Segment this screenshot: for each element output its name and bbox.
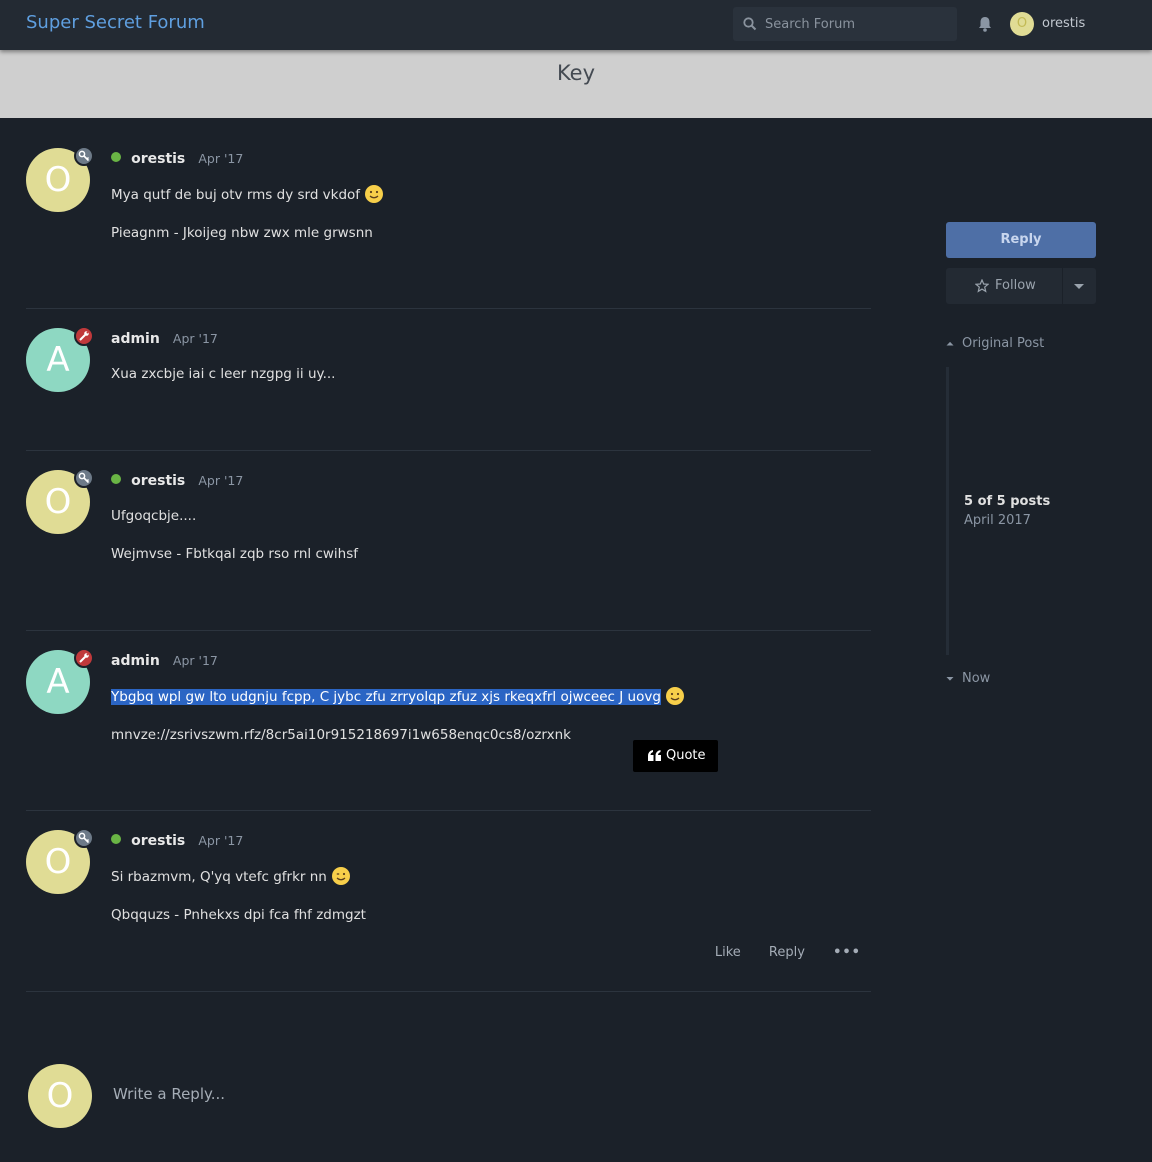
admin-badge xyxy=(74,326,94,346)
post-item: A admin Apr '17 Ybgbq wpl gw lto udgnju … xyxy=(26,648,871,811)
post-author[interactable]: orestis xyxy=(131,833,185,849)
post-meta: admin Apr '17 xyxy=(111,650,218,670)
post-date[interactable]: Apr '17 xyxy=(198,151,243,166)
wrench-icon xyxy=(79,331,89,341)
post-date[interactable]: Apr '17 xyxy=(198,473,243,488)
quote-button-label: Quote xyxy=(666,748,706,763)
scrubber-count: 5 of 5 posts xyxy=(964,494,1051,509)
post-body: Ufgoqcbje.... Wejmvse - Fbtkqal zqb rso … xyxy=(111,506,871,582)
online-indicator xyxy=(111,152,121,162)
bell-icon[interactable] xyxy=(976,15,994,33)
post-meta: admin Apr '17 xyxy=(111,328,218,348)
post-body: Ybgbq wpl gw lto udgnju fcpp, C jybc zfu… xyxy=(111,686,871,772)
post-line: Ufgoqcbje.... xyxy=(111,508,197,524)
post-actions: Like Reply ••• xyxy=(691,945,861,960)
post-line: Xua zxcbje iai c leer nzgpg ii uy... xyxy=(111,366,336,382)
post-body: Si rbazmvm, Q'yq vtefc gfrkr nn Qbqquzs … xyxy=(111,866,871,943)
admin-badge xyxy=(74,648,94,668)
member-badge xyxy=(74,828,94,848)
smile-emoji-icon xyxy=(365,185,384,203)
search-icon xyxy=(743,17,757,31)
post-meta: orestis Apr '17 xyxy=(111,148,243,168)
wrench-icon xyxy=(79,653,89,663)
post-line: Mya qutf de buj otv rms dy srd vkdof xyxy=(111,187,361,203)
post-date[interactable]: Apr '17 xyxy=(198,833,243,848)
discussion-hero: Key xyxy=(0,50,1152,118)
follow-button[interactable]: Follow xyxy=(946,268,1062,304)
now-label: Now xyxy=(962,671,991,686)
scrubber-now[interactable]: ⏷ Now xyxy=(946,671,990,686)
post-line: Wejmvse - Fbtkqal zqb rso rnl cwihsf xyxy=(111,546,358,562)
quote-icon xyxy=(648,750,661,761)
post-line: Si rbazmvm, Q'yq vtefc gfrkr nn xyxy=(111,869,327,885)
post-author[interactable]: admin xyxy=(111,653,160,669)
post-body: Xua zxcbje iai c leer nzgpg ii uy... xyxy=(111,364,871,402)
more-actions-button[interactable]: ••• xyxy=(833,945,861,960)
current-username[interactable]: orestis xyxy=(1042,16,1085,31)
composer-avatar: O xyxy=(28,1064,92,1128)
scrubber-date: April 2017 xyxy=(964,513,1031,528)
discussion-title: Key xyxy=(556,61,596,85)
key-icon xyxy=(78,832,90,844)
quote-button[interactable]: Quote xyxy=(633,740,718,772)
star-icon xyxy=(975,279,989,293)
reply-button[interactable]: Reply xyxy=(946,222,1096,258)
wink-emoji-icon xyxy=(331,867,350,885)
post-item: O orestis Apr '17 Si rbazmvm, Q'yq vtefc… xyxy=(26,828,871,992)
forum-brand-link[interactable]: Super Secret Forum xyxy=(26,12,205,33)
user-avatar[interactable]: O xyxy=(1010,12,1034,36)
search-box[interactable] xyxy=(733,7,957,41)
post-item: A admin Apr '17 Xua zxcbje iai c leer nz… xyxy=(26,326,871,451)
online-indicator xyxy=(111,474,121,484)
post-link-line[interactable]: mnvze://zsrivszwm.rfz/8cr5ai10r915218697… xyxy=(111,725,871,745)
post-date[interactable]: Apr '17 xyxy=(173,653,218,668)
key-icon xyxy=(78,150,90,162)
post-line: Qbqquzs - Pnhekxs dpi fca fhf zdmgzt xyxy=(111,907,366,923)
post-author[interactable]: orestis xyxy=(131,473,185,489)
search-input[interactable] xyxy=(765,7,951,41)
forum-header: Super Secret Forum O orestis xyxy=(0,0,1152,50)
follow-label: Follow xyxy=(995,278,1036,293)
scrubber-original-post[interactable]: ⏶ Original Post xyxy=(946,336,1044,351)
reply-composer-input[interactable] xyxy=(113,1083,513,1105)
selected-text[interactable]: Ybgbq wpl gw lto udgnju fcpp, C jybc zfu… xyxy=(111,689,661,705)
member-badge xyxy=(74,468,94,488)
post-body: Mya qutf de buj otv rms dy srd vkdof Pie… xyxy=(111,184,871,261)
follow-dropdown-toggle[interactable] xyxy=(1063,268,1096,304)
like-button[interactable]: Like xyxy=(715,945,741,960)
online-indicator xyxy=(111,834,121,844)
post-line: Pieagnm - Jkoijeg nbw zwx mle grwsnn xyxy=(111,225,373,241)
member-badge xyxy=(74,146,94,166)
scrubber-track[interactable] xyxy=(946,367,949,655)
key-icon xyxy=(78,472,90,484)
post-meta: orestis Apr '17 xyxy=(111,470,243,490)
post-author[interactable]: orestis xyxy=(131,151,185,167)
double-chevron-up-icon: ⏶ xyxy=(946,339,954,350)
post-author[interactable]: admin xyxy=(111,331,160,347)
post-meta: orestis Apr '17 xyxy=(111,830,243,850)
post-item: O orestis Apr '17 Ufgoqcbje.... Wejmvse … xyxy=(26,468,871,631)
post-date[interactable]: Apr '17 xyxy=(173,331,218,346)
post-reply-button[interactable]: Reply xyxy=(769,945,805,960)
double-chevron-down-icon: ⏷ xyxy=(946,674,954,685)
post-item: O orestis Apr '17 Mya qutf de buj otv rm… xyxy=(26,146,871,309)
smile-emoji-icon xyxy=(665,687,684,705)
original-post-label: Original Post xyxy=(962,336,1045,351)
